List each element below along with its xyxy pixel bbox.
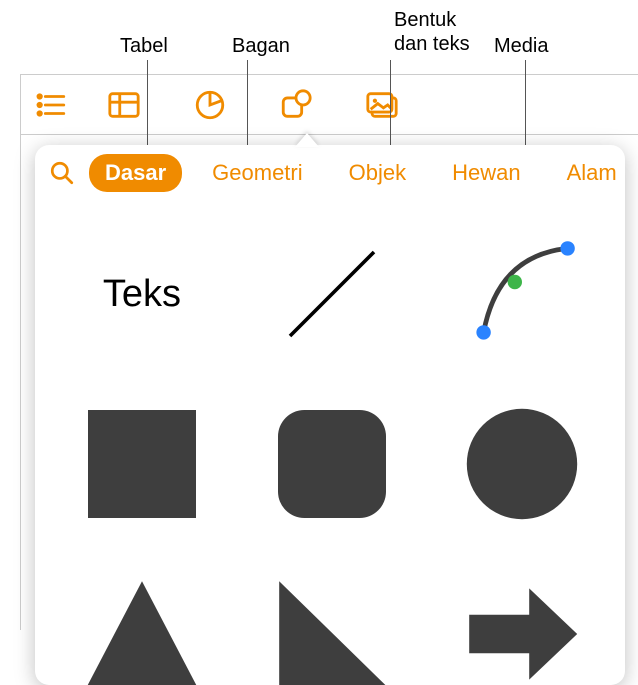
shape-triangle[interactable] <box>77 569 207 685</box>
callout-chart: Bagan <box>232 35 290 58</box>
shape-text-label: Teks <box>103 273 181 316</box>
shape-category-tabs: Dasar Geometri Objek Hewan Alam <box>35 145 625 201</box>
tab-object[interactable]: Objek <box>333 154 422 192</box>
toolbar <box>21 75 638 135</box>
shapes-popover: Dasar Geometri Objek Hewan Alam Teks <box>35 145 625 685</box>
shape-right-triangle[interactable] <box>267 569 397 685</box>
tab-animal[interactable]: Hewan <box>436 154 536 192</box>
list-view-button[interactable] <box>27 85 75 125</box>
shape-icon <box>279 88 313 122</box>
insert-shape-button[interactable] <box>259 85 333 125</box>
shape-rounded-square[interactable] <box>267 399 397 529</box>
tab-nature[interactable]: Alam <box>551 154 625 192</box>
curve-icon <box>462 234 582 354</box>
rounded-square-icon <box>272 404 392 524</box>
line-icon <box>272 234 392 354</box>
shape-text-box[interactable]: Teks <box>77 229 207 359</box>
callout-media: Media <box>494 35 548 58</box>
insert-table-button[interactable] <box>87 85 161 125</box>
chart-icon <box>193 88 227 122</box>
shape-circle[interactable] <box>457 399 587 529</box>
app-frame: Dasar Geometri Objek Hewan Alam Teks <box>20 74 638 630</box>
popover-arrow <box>295 133 319 147</box>
insert-chart-button[interactable] <box>173 85 247 125</box>
shape-line[interactable] <box>267 229 397 359</box>
insert-media-button[interactable] <box>345 85 419 125</box>
callout-shape-text: Bentuk dan teks <box>394 8 470 56</box>
search-icon <box>49 160 75 186</box>
shape-arrow-right[interactable] <box>457 569 587 685</box>
callouts-layer: Tabel Bagan Bentuk dan teks Media <box>0 0 638 74</box>
callout-table: Tabel <box>120 35 168 58</box>
shape-curve[interactable] <box>457 229 587 359</box>
tab-basic[interactable]: Dasar <box>89 154 182 192</box>
media-icon <box>365 88 399 122</box>
shapes-grid: Teks <box>35 201 625 685</box>
search-button[interactable] <box>49 159 75 187</box>
shape-square[interactable] <box>77 399 207 529</box>
tab-geometry[interactable]: Geometri <box>196 154 318 192</box>
square-icon <box>82 404 202 524</box>
table-icon <box>107 88 141 122</box>
list-icon <box>34 88 68 122</box>
circle-icon <box>462 404 582 524</box>
